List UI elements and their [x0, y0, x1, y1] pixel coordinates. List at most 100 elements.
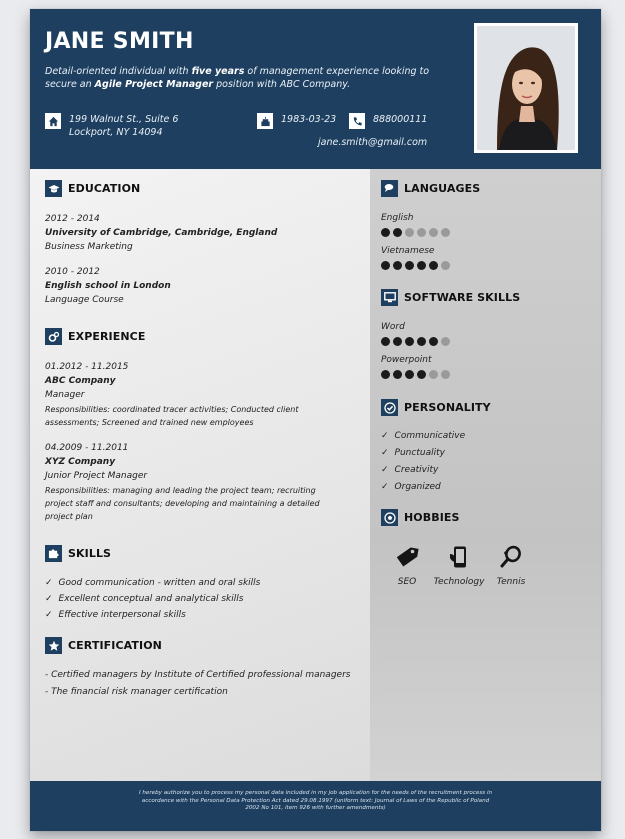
language-name: Vietnamese — [381, 246, 435, 256]
personality-heading: PERSONALITY — [381, 399, 491, 416]
summary-part: Detail-oriented individual with — [45, 66, 192, 77]
experience-period-1: 01.2012 - 11.2015 — [45, 362, 129, 372]
education-heading: EDUCATION — [45, 180, 140, 197]
gears-icon — [45, 328, 62, 345]
skill-text: Good communication - written and oral sk… — [58, 578, 261, 588]
summary-text: Detail-oriented individual with five yea… — [45, 65, 445, 91]
hobbies-title: HOBBIES — [404, 511, 460, 524]
rating-dot-empty — [429, 370, 438, 379]
experience-resp-2c: project plan — [45, 512, 93, 521]
experience-resp-2a: Responsibilities: managing and leading t… — [45, 486, 316, 495]
contact-address: 199 Walnut St., Suite 6 Lockport, NY 140… — [45, 113, 178, 139]
rating-dot-filled — [417, 370, 426, 379]
profile-photo — [474, 23, 578, 153]
experience-resp-2b: project staff and consultants; developin… — [45, 499, 320, 508]
hobby-tennis: Tennis — [493, 545, 529, 587]
summary-highlight: five years — [191, 66, 245, 77]
checkmark-icon: ✓ — [45, 610, 53, 620]
rating-dot-filled — [393, 261, 402, 270]
checkmark-icon: ✓ — [381, 431, 389, 441]
software-rating — [381, 370, 450, 379]
rating-dot-filled — [429, 337, 438, 346]
rating-dot-filled — [417, 337, 426, 346]
education-period-1: 2012 - 2014 — [45, 214, 100, 224]
star-icon — [45, 637, 62, 654]
portrait-image — [477, 26, 575, 150]
home-icon — [45, 113, 61, 129]
certification-heading: CERTIFICATION — [45, 637, 162, 654]
experience-heading: EXPERIENCE — [45, 328, 145, 345]
puzzle-icon — [45, 545, 62, 562]
skills-heading: SKILLS — [45, 545, 111, 562]
hobby-seo: SEO — [392, 545, 422, 587]
personality-text: Punctuality — [394, 448, 445, 458]
experience-period-2: 04.2009 - 11.2011 — [45, 443, 129, 453]
skills-title: SKILLS — [68, 547, 112, 560]
experience-role-2: Junior Project Manager — [45, 471, 148, 481]
software-name: Word — [381, 322, 405, 332]
rating-dot-empty — [417, 228, 426, 237]
languages-heading: LANGUAGES — [381, 180, 480, 197]
education-title: EDUCATION — [68, 182, 141, 195]
speech-bubbles-icon — [381, 180, 398, 197]
phone-value[interactable]: 888000111 — [373, 113, 427, 126]
rating-dot-filled — [381, 337, 390, 346]
education-school-2: English school in London — [45, 281, 171, 291]
rating-dot-empty — [441, 370, 450, 379]
education-period-2: 2010 - 2012 — [45, 267, 100, 277]
summary-part: position with ABC Company. — [213, 79, 351, 90]
rating-dot-filled — [405, 370, 414, 379]
seo-tag-icon — [396, 547, 419, 567]
rating-dot-filled — [393, 370, 402, 379]
software-name: Powerpoint — [381, 355, 432, 365]
software-heading: SOFTWARE SKILLS — [381, 289, 520, 306]
skill-text: Excellent conceptual and analytical skil… — [58, 594, 244, 604]
hobby-technology: Technology — [430, 545, 488, 587]
address-line-1: 199 Walnut St., Suite 6 — [69, 114, 179, 125]
rating-dot-filled — [405, 337, 414, 346]
hobbies-heading: HOBBIES — [381, 509, 460, 526]
rating-dot-filled — [429, 261, 438, 270]
experience-company-2: XYZ Company — [45, 457, 116, 467]
summary-highlight: Agile Project Manager — [94, 79, 214, 90]
checkmark-icon: ✓ — [45, 578, 53, 588]
rating-dot-filled — [393, 337, 402, 346]
skill-item: ✓ Excellent conceptual and analytical ski… — [45, 593, 243, 605]
rating-dot-filled — [393, 228, 402, 237]
personality-text: Creativity — [394, 465, 439, 475]
birthdate-value: 1983-03-23 — [281, 114, 337, 125]
check-badge-icon — [381, 399, 398, 416]
rating-dot-empty — [441, 261, 450, 270]
experience-role-1: Manager — [45, 390, 85, 400]
hobby-label: Tennis — [496, 577, 526, 587]
experience-company-1: ABC Company — [45, 376, 116, 386]
rating-dot-filled — [405, 261, 414, 270]
certification-item: - The financial risk manager certificati… — [45, 687, 228, 697]
language-name: English — [381, 213, 414, 223]
education-field-1: Business Marketing — [45, 242, 133, 252]
education-field-2: Language Course — [45, 295, 124, 305]
consent-line: I hereby authorize you to process my per… — [138, 790, 493, 796]
smartphone-icon — [450, 546, 466, 568]
rating-dot-empty — [441, 228, 450, 237]
resume-header: JANE SMITH Detail-oriented individual wi… — [30, 9, 601, 169]
personality-item: ✓ Organized — [381, 481, 441, 493]
hobby-label: Technology — [433, 577, 485, 587]
contact-phone: 888000111 — [349, 113, 427, 129]
rating-dot-empty — [429, 228, 438, 237]
address-line-2: Lockport, NY 14094 — [69, 127, 163, 138]
language-rating — [381, 261, 450, 270]
consent-footer: I hereby authorize you to process my per… — [30, 781, 601, 831]
rating-dot-filled — [381, 370, 390, 379]
certification-title: CERTIFICATION — [68, 639, 162, 652]
rating-dot-filled — [381, 261, 390, 270]
checkmark-icon: ✓ — [381, 482, 389, 492]
personality-item: ✓ Creativity — [381, 464, 438, 476]
skill-item: ✓ Effective interpersonal skills — [45, 609, 186, 621]
checkmark-icon: ✓ — [381, 448, 389, 458]
monitor-icon — [381, 289, 398, 306]
soccer-ball-icon — [381, 509, 398, 526]
checkmark-icon: ✓ — [45, 594, 53, 604]
graduation-cap-icon — [45, 180, 62, 197]
email-value[interactable]: jane.smith@gmail.com — [318, 137, 427, 148]
